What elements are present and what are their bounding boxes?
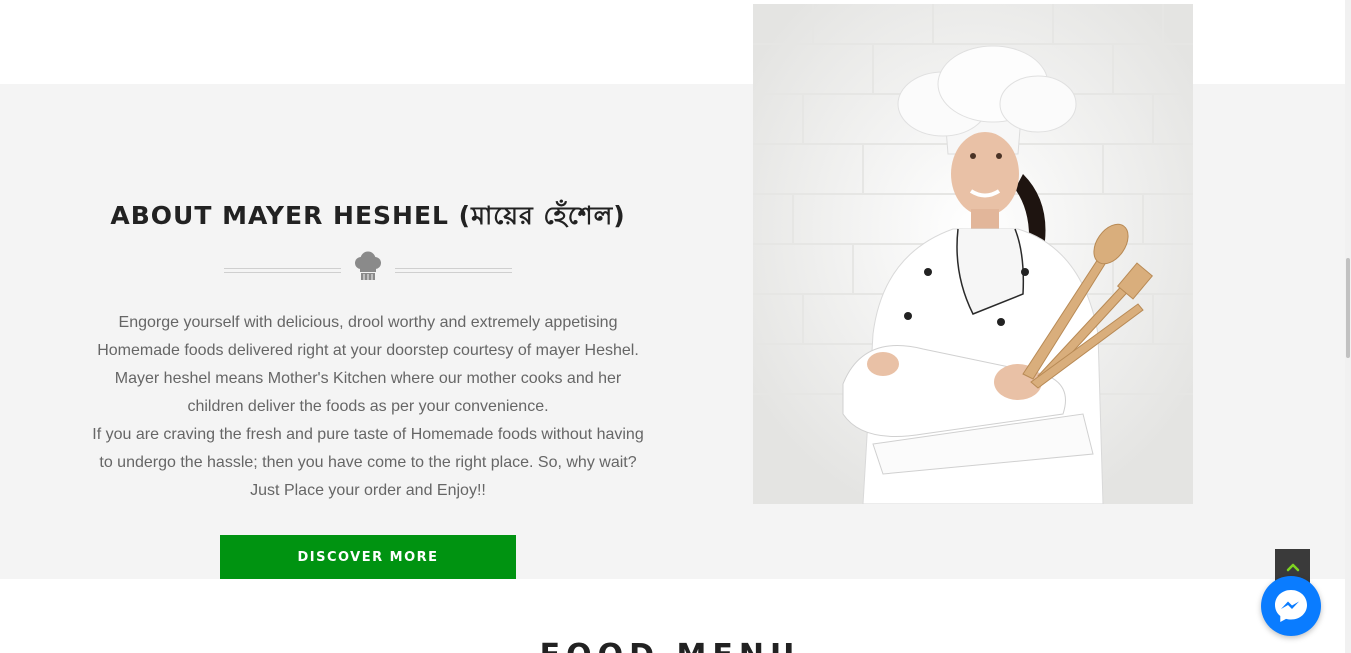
about-paragraph-2: If you are craving the fresh and pure ta… <box>92 426 644 499</box>
chef-photo <box>753 4 1193 504</box>
messenger-icon <box>1275 590 1307 622</box>
messenger-chat-button[interactable] <box>1261 576 1321 636</box>
divider-line-left <box>224 268 341 273</box>
about-title: ABOUT MAYER HESHEL (মায়ের হেঁশেল) <box>110 201 626 230</box>
chevron-up-icon <box>1286 563 1299 571</box>
food-menu-heading: FOOD MENU <box>500 638 840 653</box>
about-description: Engorge yourself with delicious, drool w… <box>86 309 650 505</box>
scrollbar-thumb[interactable] <box>1346 258 1350 358</box>
about-paragraph-1: Engorge yourself with delicious, drool w… <box>97 314 639 415</box>
page-scrollbar[interactable] <box>1345 0 1351 653</box>
divider-line-right <box>395 268 512 273</box>
discover-more-button[interactable]: DISCOVER MORE <box>220 535 516 579</box>
chef-hat-icon <box>352 250 384 282</box>
title-divider <box>224 248 512 282</box>
